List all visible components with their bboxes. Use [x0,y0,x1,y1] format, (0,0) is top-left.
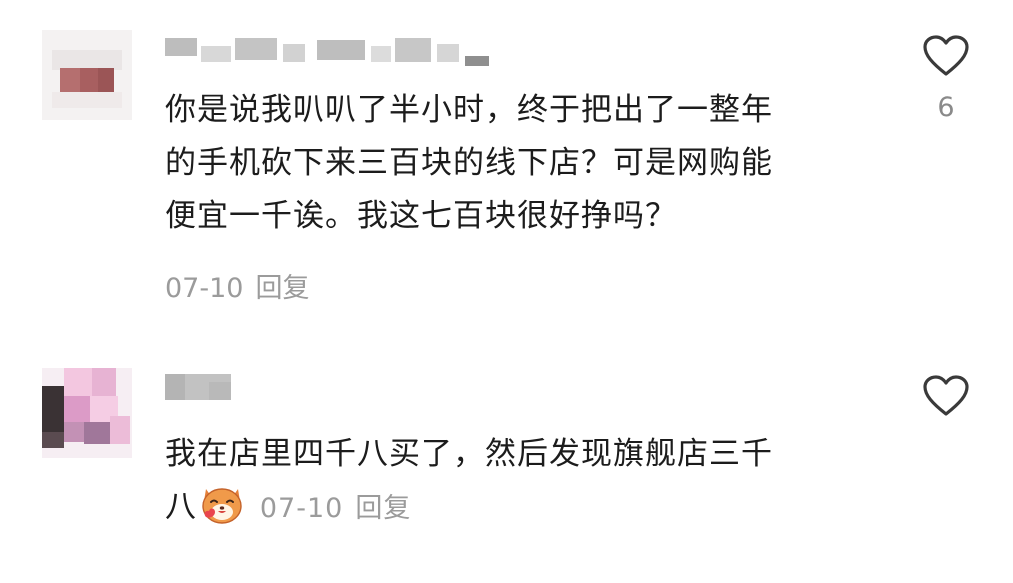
cat-heart-emoji-icon [202,488,242,524]
username[interactable] [165,38,495,66]
comment-text-line: 你是说我叭叭了半小时，终于把出了一整年 [165,92,773,128]
comment-text-line: 便宜一千诶。我这七百块很好挣吗？ [165,198,677,234]
comment-date: 07-10 [259,493,344,524]
comment-text: 我在店里四千八买了，然后发现旗舰店三千 八 07-10 回复 [165,428,855,535]
heart-outline-icon [923,375,969,416]
reply-button[interactable]: 回复 [355,493,411,524]
comment-text-line: 我在店里四千八买了，然后发现旗舰店三千 [165,436,773,472]
heart-outline-icon [923,35,969,76]
comment-meta: 07-10 回复 [165,266,309,305]
comment-text-line: 八 [165,489,197,525]
like-count: 6 [937,92,955,123]
comment-text-line-with-meta: 八 07-10 回复 [165,481,855,535]
avatar[interactable] [42,30,132,120]
reply-button[interactable]: 回复 [255,273,309,304]
avatar[interactable] [42,368,132,458]
comment-date: 07-10 [165,273,244,304]
like-button[interactable]: 6 [918,34,974,123]
comment-text: 你是说我叭叭了半小时，终于把出了一整年 的手机砍下来三百块的线下店？可是网购能 … [165,84,855,243]
comment-text-line: 的手机砍下来三百块的线下店？可是网购能 [165,145,773,181]
username[interactable] [165,374,245,400]
comment-meta: 07-10 回复 [260,493,411,524]
like-button[interactable] [918,374,974,418]
